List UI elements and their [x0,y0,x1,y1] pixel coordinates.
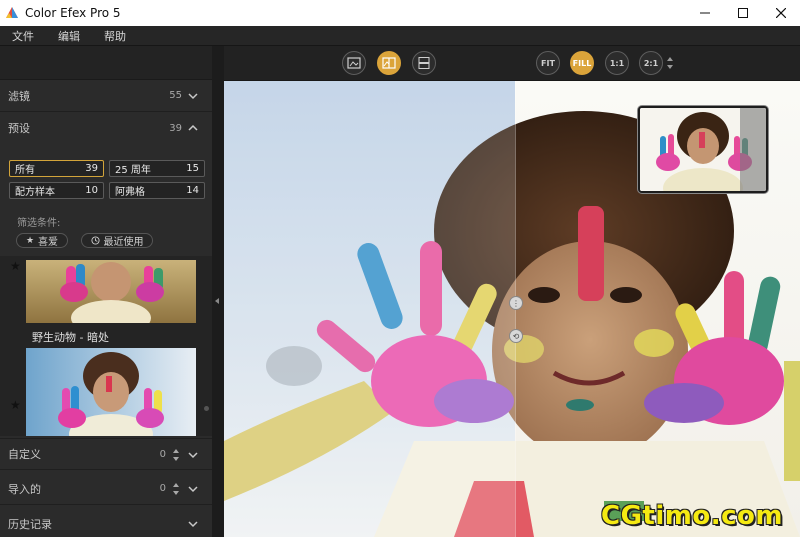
sort-updown-icon[interactable] [172,448,180,462]
section-custom-label: 自定义 [8,448,41,461]
zoom-stepper-icon[interactable] [666,56,674,70]
history-icon [90,236,100,245]
split-view-icon [382,57,396,69]
thumbnail-image [26,348,196,436]
menu-edit[interactable]: 编辑 [46,28,92,44]
preview-toolbar: FIT FILL 1:1 2:1 [224,46,800,81]
maximize-button[interactable] [724,0,762,26]
star-icon[interactable]: ★ [10,398,21,412]
section-imported-label: 导入的 [8,482,41,496]
preset-chip-recipe-samples[interactable]: 配方样本 10 [9,182,104,199]
chip-count: 15 [186,163,199,174]
collapse-arrow-icon[interactable] [215,298,219,304]
pill-label: 最近使用 [103,237,144,248]
window-controls [686,0,800,26]
recently-used-filter-button[interactable]: 最近使用 [81,233,153,248]
section-custom[interactable]: 自定义 0 [0,438,212,470]
section-presets[interactable]: 预设 39 [0,112,212,144]
filter-label: 筛选条件: [17,218,61,229]
preset-chip-afg[interactable]: 阿弗格 14 [109,182,205,199]
minimize-icon [700,12,710,14]
preset-chip-all[interactable]: 所有 39 [9,160,104,177]
chevron-down-icon[interactable] [188,519,198,529]
section-history[interactable]: 历史记录 [0,508,212,537]
close-icon [776,8,786,18]
section-presets-label: 预设 [8,122,30,135]
pill-label: 喜爱 [38,237,59,248]
chevron-down-icon[interactable] [188,91,198,101]
zoom-2-1-button[interactable]: 2:1 [639,51,663,75]
chip-label: 阿弗格 [115,187,145,198]
chevron-down-icon[interactable] [188,450,198,460]
preset-chip-25th-anniversary[interactable]: 25 周年 15 [109,160,205,177]
close-button[interactable] [762,0,800,26]
zoom-1-1-button[interactable]: 1:1 [605,51,629,75]
panel-splitter[interactable] [212,46,224,537]
section-filters-label: 滤镜 [8,89,30,103]
left-panel: 滤镜 55 预设 39 所有 39 25 周年 15 配方样本 10 阿弗格 1… [0,46,212,537]
section-filters[interactable]: 滤镜 55 [0,80,212,112]
thumbnail-image [26,260,196,323]
section-imported-count: 0 [159,483,166,494]
maximize-icon [738,8,748,18]
preset-thumbnail[interactable] [26,260,196,323]
favorites-filter-button[interactable]: ★ 喜爱 [16,233,68,248]
star-icon: ★ [25,235,35,246]
chip-label: 所有 [15,165,35,176]
split-view-button[interactable] [377,51,401,75]
minimize-button[interactable] [686,0,724,26]
chip-count: 10 [85,185,98,196]
section-imported[interactable]: 导入的 0 [0,473,212,505]
side-by-side-icon [418,57,430,69]
chip-label: 配方样本 [15,187,55,198]
chip-label: 25 周年 [115,165,151,176]
menu-bar: 文件 编辑 帮助 [0,26,800,46]
chevron-up-icon[interactable] [188,123,198,133]
side-by-side-button[interactable] [412,51,436,75]
zoom-fit-button[interactable]: FIT [536,51,560,75]
section-presets-count: 39 [169,122,182,134]
chip-count: 14 [186,185,199,196]
preview-canvas[interactable]: ⋮ ⟲ CGtimo.com [224,81,800,537]
preset-thumbnail[interactable] [26,348,196,436]
scrollbar-thumb[interactable] [204,406,209,411]
preset-thumbnails: ★ 野生动物 - 暗处 ★ [0,256,212,436]
thumbnail-caption: 野生动物 - 暗处 [32,331,109,344]
navigator-thumbnail[interactable] [638,106,768,193]
app-icon [6,7,18,18]
window-title: Color Efex Pro 5 [25,6,121,20]
single-view-icon [347,57,361,69]
zoom-fill-button[interactable]: FILL [570,51,594,75]
section-custom-count: 0 [159,448,166,460]
title-bar: Color Efex Pro 5 [0,0,800,26]
chevron-down-icon[interactable] [188,484,198,494]
menu-file[interactable]: 文件 [0,28,46,44]
star-icon[interactable]: ★ [10,259,21,273]
panel-header-band [0,46,212,80]
navigator-image [640,108,766,191]
sort-updown-icon[interactable] [172,482,180,496]
split-handle-more[interactable]: ⋮ [509,296,523,310]
section-history-label: 历史记录 [8,517,52,531]
menu-help[interactable]: 帮助 [92,28,138,44]
chip-count: 39 [85,163,98,174]
single-view-button[interactable] [342,51,366,75]
split-handle-rotate[interactable]: ⟲ [509,329,523,343]
section-filters-count: 55 [169,90,182,101]
watermark-text: CGtimo.com [601,501,783,531]
